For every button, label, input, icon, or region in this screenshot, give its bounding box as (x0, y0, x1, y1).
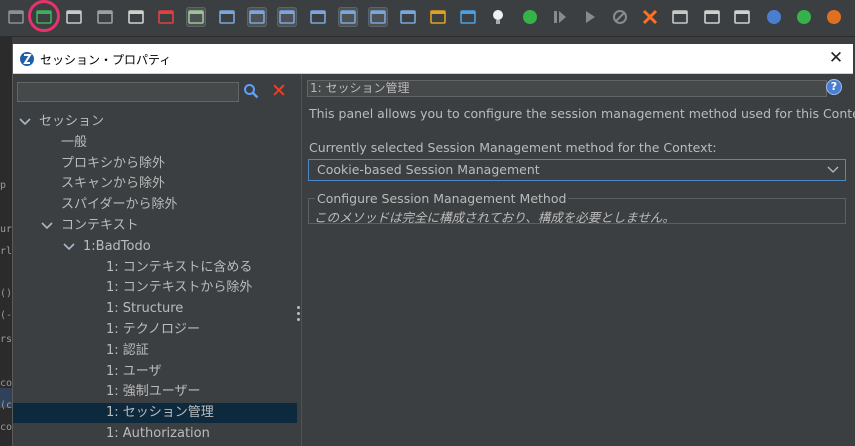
background-editor-strip: p ur rl () (- rs co (c co (0, 36, 12, 446)
session-properties-icon[interactable] (34, 7, 54, 27)
background-text: co (0, 378, 13, 389)
desktop-panel-icon[interactable] (186, 7, 206, 27)
configure-method-legend: Configure Session Management Method (315, 191, 569, 206)
background-text: p (0, 180, 7, 191)
tree-node[interactable]: 1:BadTodo (13, 237, 297, 257)
panel-left-icon[interactable] (217, 7, 237, 27)
tree-node-label: 1: コンテキストから除外 (106, 280, 253, 296)
options-gear-icon[interactable] (64, 7, 84, 27)
tree-node-label: 1: 認証 (106, 342, 149, 358)
dialog-title: セッション・プロパティ (40, 53, 172, 67)
tree-node[interactable]: 1: テクノロジー (13, 320, 297, 340)
tree-node[interactable]: 1: セッション管理 (13, 403, 297, 424)
tree-node-label: コンテキスト (61, 218, 139, 233)
scan-icon[interactable] (458, 7, 478, 27)
break-icon[interactable] (520, 7, 540, 27)
tree-node-label: プロキシから除外 (61, 155, 166, 171)
tree-node[interactable]: 1: コンテキストに含める (13, 258, 297, 278)
tree-node-label: 1: テクノロジー (106, 322, 201, 337)
main-toolbar (0, 0, 855, 37)
tree-node-label: 1: コンテキストに含める (106, 259, 253, 275)
zap-app-icon (19, 51, 35, 70)
desktop-icon[interactable] (126, 7, 146, 27)
panel-bottom-icon[interactable] (247, 7, 267, 27)
tree-node-label: 一般 (61, 134, 88, 150)
method-label: Currently selected Session Management me… (309, 140, 717, 155)
tree-node-label: 1: 強制ユーザー (106, 384, 201, 400)
keyboard-icon[interactable] (670, 7, 690, 27)
screen-icon[interactable] (6, 7, 26, 27)
tree-node[interactable]: 1: コンテキストから除外 (13, 278, 297, 298)
lightbulb-icon[interactable] (488, 7, 508, 27)
configure-method-info: このメソッドは完全に構成されており、構成を必要としません。 (314, 210, 675, 225)
panel-full-icon[interactable] (277, 7, 297, 27)
step-icon[interactable] (550, 7, 570, 27)
tree-node-label: セッション (39, 114, 105, 129)
tree-node-label: 1: ユーザ (106, 363, 162, 379)
clear-search-icon[interactable]: ✕ (271, 82, 287, 101)
background-text: (- (0, 310, 13, 321)
dialog-titlebar: セッション・プロパティ ✕ (13, 44, 853, 74)
tab-icon-4[interactable] (398, 7, 418, 27)
tree-node-label: 1: セッション管理 (106, 405, 214, 421)
background-text: rl (0, 246, 13, 257)
tree-node[interactable]: 1: 強制ユーザー (13, 382, 297, 402)
tree-node[interactable]: 1: 認証 (13, 341, 297, 361)
firefox-icon[interactable] (824, 7, 844, 27)
background-text: () (0, 288, 13, 299)
tree-pane: ✕ セッション一般プロキシから除外 スキャンから除外 スパイダーから除外 コンテキスト… (13, 74, 298, 446)
search-icon[interactable] (243, 83, 259, 103)
drop-icon[interactable] (610, 7, 630, 27)
tree-node[interactable]: スキャンから除外 (13, 174, 297, 194)
tree-node[interactable]: コンテキスト (13, 216, 297, 236)
tree-node[interactable]: セッション (13, 112, 297, 132)
marketplace-icon[interactable] (428, 7, 448, 27)
tree-node-label: 1: Authorization (106, 426, 210, 441)
help-icon[interactable]: ? (826, 79, 842, 95)
session-properties-dialog: セッション・プロパティ ✕ ✕ セッション一般プロキシから除外 スキャンから除外ス… (12, 44, 855, 446)
session-method-select[interactable]: Cookie-based Session Management (308, 159, 846, 181)
background-text: co (0, 422, 13, 433)
layout-icon[interactable] (95, 7, 115, 27)
continue-icon[interactable] (580, 7, 600, 27)
tree-node[interactable]: 1: Authorization (13, 424, 297, 444)
background-text: (c (0, 400, 13, 411)
clear-breakpoints-icon[interactable] (640, 7, 660, 27)
configure-method-group: Configure Session Management Method このメソ… (308, 191, 846, 225)
chevron-down-icon (827, 160, 839, 186)
tree-node[interactable]: スパイダーから除外 (13, 195, 297, 215)
globe-icon[interactable] (794, 7, 814, 27)
tree-node[interactable]: プロキシから除外 (13, 154, 297, 174)
tree-node-label: スキャンから除外 (61, 176, 166, 192)
background-text: rs (0, 334, 13, 345)
manage-users-icon[interactable] (702, 7, 722, 27)
tab-icon-2[interactable] (338, 7, 358, 27)
tree-node-label: 1: Structure (106, 301, 184, 317)
tree-node[interactable]: 1: ユーザ (13, 362, 297, 382)
tree-node-label: 1:BadTodo (83, 238, 151, 254)
tab-icon-1[interactable] (308, 7, 328, 27)
help-icon[interactable] (764, 7, 784, 27)
tree-search-input[interactable] (17, 82, 239, 102)
hud-icon[interactable] (732, 7, 752, 27)
panel-description: This panel allows you to configure the s… (309, 106, 855, 121)
close-icon[interactable]: ✕ (825, 47, 847, 69)
background-text: ur (0, 224, 13, 235)
tree-node-label: スパイダーから除外 (61, 197, 178, 213)
panel-header: 1: セッション管理 (307, 80, 827, 97)
tree-node[interactable]: 1: Structure (13, 299, 297, 319)
tree-node[interactable]: 一般 (13, 133, 297, 153)
desktop-remove-icon[interactable] (156, 7, 176, 27)
session-method-value: Cookie-based Session Management (317, 162, 540, 177)
tab-icon-3[interactable] (368, 7, 388, 27)
session-management-panel: 1: セッション管理 ? This panel allows you to co… (303, 74, 855, 446)
pane-divider (301, 74, 302, 446)
